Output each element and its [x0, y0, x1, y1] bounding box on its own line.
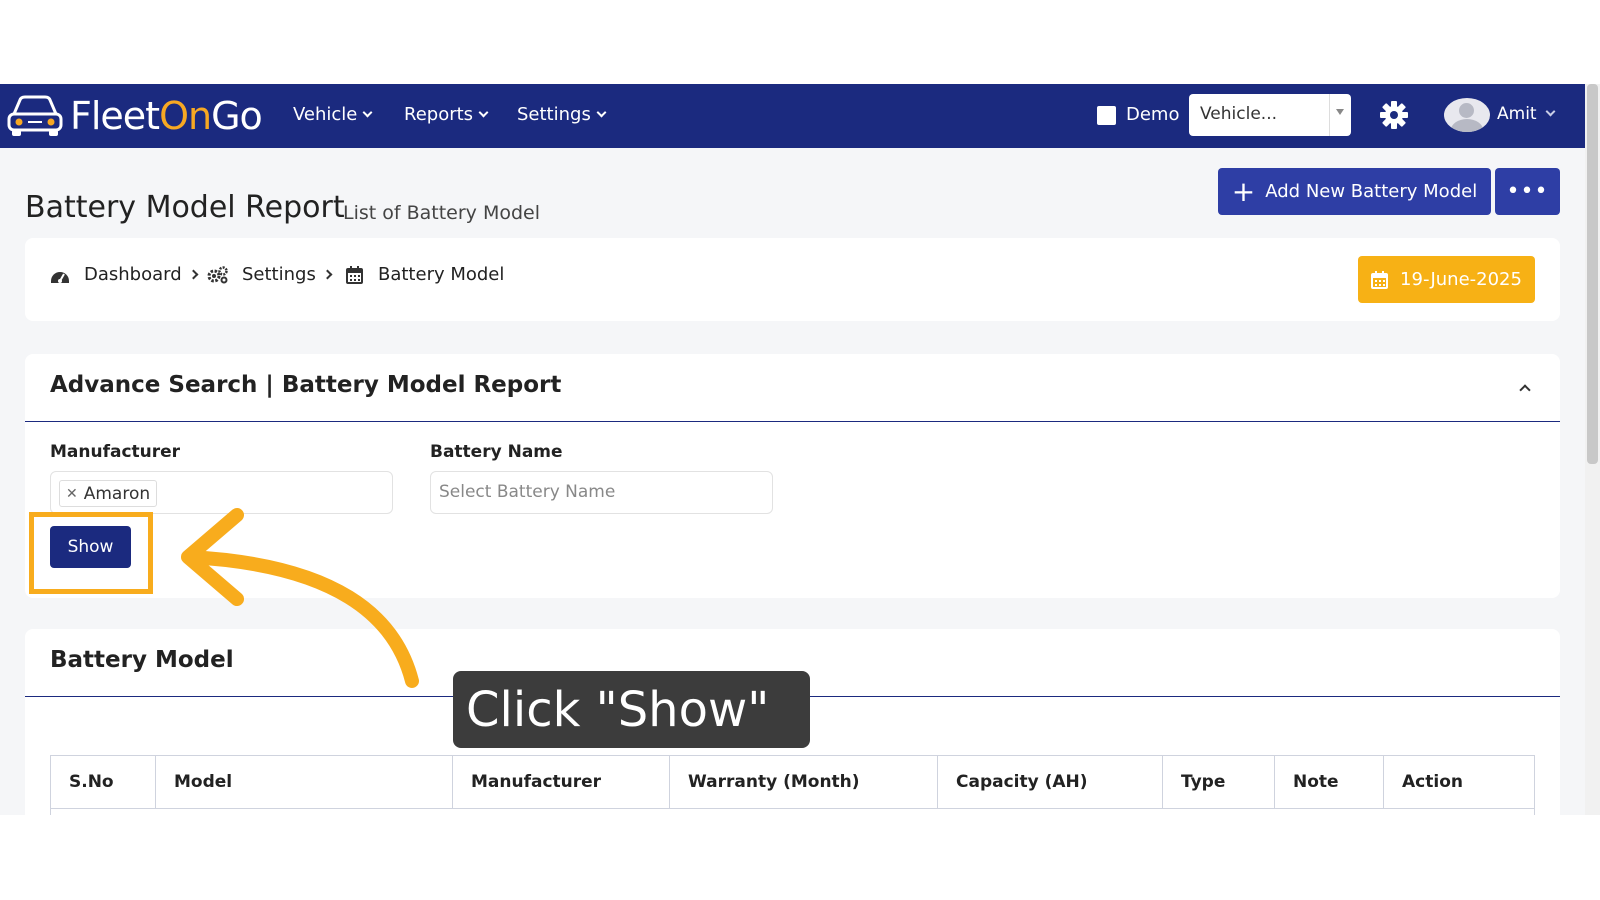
calendar-icon: [346, 265, 363, 284]
col-capacity[interactable]: Capacity (AH): [938, 756, 1163, 808]
col-action[interactable]: Action: [1384, 756, 1534, 808]
fleetongo-logo[interactable]: FleetOnGo: [6, 94, 263, 138]
user-avatar[interactable]: [1444, 98, 1490, 132]
chevron-right-icon: [322, 269, 333, 280]
gear-icon[interactable]: [1379, 100, 1409, 130]
cogs-icon: [207, 265, 228, 283]
brand-name: FleetOnGo: [70, 94, 263, 138]
page-scrollbar[interactable]: [1585, 84, 1600, 815]
user-name[interactable]: Amit: [1497, 104, 1537, 124]
manufacturer-tag-label: Amaron: [83, 483, 151, 504]
add-new-battery-model-button[interactable]: + Add New Battery Model: [1218, 168, 1491, 215]
dashboard-gauge-icon: [51, 271, 69, 283]
nav-settings-menu[interactable]: Settings: [517, 104, 607, 125]
vehicle-select-value: Vehicle...: [1200, 104, 1278, 124]
chevron-down-icon[interactable]: [1545, 106, 1556, 117]
col-warranty[interactable]: Warranty (Month): [670, 756, 938, 808]
chevron-down-icon: [478, 107, 489, 118]
top-navbar: FleetOnGo Vehicle Reports Settings Demo …: [0, 84, 1585, 148]
breadcrumb-dashboard[interactable]: Dashboard: [50, 264, 199, 285]
calendar-icon: [1371, 270, 1389, 289]
manufacturer-tag: ✕ Amaron: [59, 480, 158, 507]
battery-name-select[interactable]: Select Battery Name: [430, 471, 773, 514]
breadcrumb: Dashboard Settings Battery Model 19-June…: [25, 238, 1560, 321]
remove-tag-icon[interactable]: ✕: [66, 486, 78, 502]
chevron-down-icon: [596, 107, 607, 118]
col-model[interactable]: Model: [156, 756, 453, 808]
chevron-up-icon[interactable]: [1519, 384, 1531, 396]
avatar-body: [1451, 119, 1483, 132]
breadcrumb-settings[interactable]: Settings: [207, 264, 333, 285]
curved-arrow-icon: [181, 508, 419, 688]
col-manufacturer[interactable]: Manufacturer: [453, 756, 670, 808]
tutorial-caption: Click "Show": [453, 671, 810, 748]
col-note[interactable]: Note: [1275, 756, 1384, 808]
add-button-label: Add New Battery Model: [1265, 181, 1478, 202]
show-button-highlight: [29, 512, 153, 594]
breadcrumb-settings-label: Settings: [242, 264, 316, 285]
chevron-down-icon: [362, 107, 373, 118]
nav-reports-label: Reports: [404, 104, 474, 125]
chevron-right-icon: [188, 269, 199, 280]
car-icon: [7, 95, 63, 136]
nav-vehicle-label: Vehicle: [293, 104, 358, 125]
page-subtitle: List of Battery Model: [343, 202, 541, 224]
vehicle-select[interactable]: Vehicle...: [1189, 94, 1351, 136]
col-sno[interactable]: S.No: [51, 756, 156, 808]
demo-label: Demo: [1126, 104, 1180, 125]
battery-name-label: Battery Name: [430, 442, 563, 462]
breadcrumb-dashboard-label: Dashboard: [84, 264, 182, 285]
plus-icon: +: [1231, 174, 1256, 208]
more-options-button[interactable]: •••: [1495, 168, 1560, 215]
card-divider: [25, 421, 1560, 422]
dropdown-arrow-icon: [1336, 109, 1344, 115]
breadcrumb-battery-model: Battery Model: [346, 264, 504, 285]
battery-name-placeholder: Select Battery Name: [439, 482, 616, 502]
date-button[interactable]: 19-June-2025: [1358, 256, 1535, 303]
demo-checkbox[interactable]: [1097, 106, 1116, 125]
nav-vehicle-menu[interactable]: Vehicle: [293, 104, 373, 125]
breadcrumb-battery-model-label: Battery Model: [378, 264, 505, 285]
advance-search-title: Advance Search | Battery Model Report: [50, 372, 562, 398]
manufacturer-label: Manufacturer: [50, 442, 181, 462]
avatar-head: [1459, 103, 1474, 118]
select-divider: [1329, 94, 1330, 136]
battery-model-table-header: S.No Model Manufacturer Warranty (Month)…: [50, 755, 1535, 809]
table-row: [50, 809, 1535, 815]
col-type[interactable]: Type: [1163, 756, 1275, 808]
nav-reports-menu[interactable]: Reports: [404, 104, 489, 125]
scrollbar-thumb[interactable]: [1587, 84, 1598, 464]
nav-settings-label: Settings: [517, 104, 591, 125]
date-label: 19-June-2025: [1400, 269, 1522, 290]
page-title: Battery Model Report: [25, 190, 345, 225]
